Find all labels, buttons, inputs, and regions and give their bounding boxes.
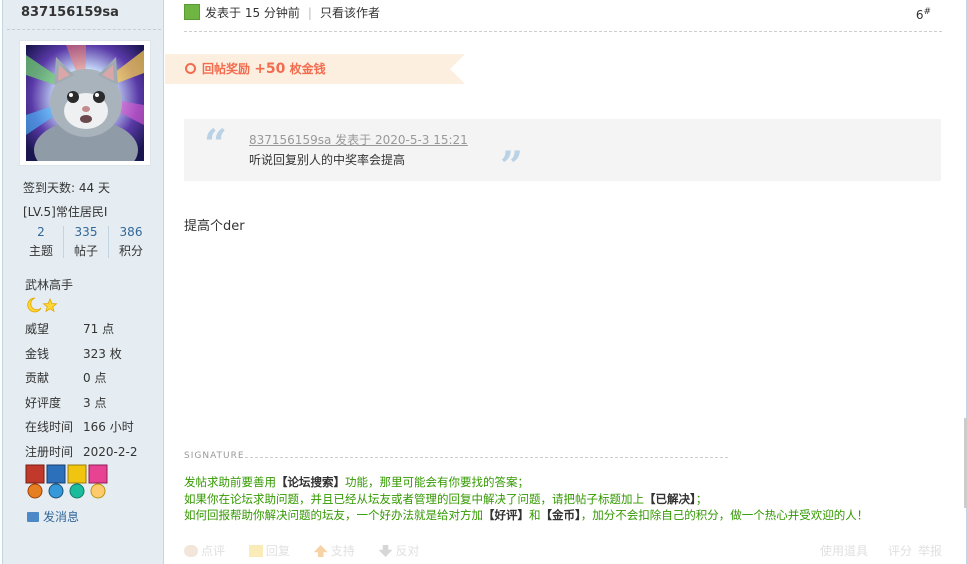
- signature-label: SIGNATURE: [184, 451, 245, 461]
- sig-text: 如何回报帮助你解决问题的坛友，一个好办法就是给对方加: [184, 508, 483, 522]
- prop-value: 71 点: [83, 322, 115, 336]
- reward-suffix: 枚金钱: [289, 62, 326, 76]
- medals: [25, 464, 109, 503]
- thumbs-up-icon: [313, 545, 328, 557]
- username-link[interactable]: 837156159sa: [21, 5, 119, 20]
- oppose-label[interactable]: 反对: [396, 544, 420, 558]
- signature: 发帖求助前要善用【论坛搜索】功能，那里可能会有你要找的答案； 如果你在论坛求助问…: [184, 474, 868, 524]
- quote-text: 听说回复别人的中奖率会提高: [249, 153, 406, 167]
- post-content: 提高个der: [184, 219, 245, 234]
- header-divider: [184, 31, 942, 32]
- prop-value: 2020-2-2: [83, 444, 138, 459]
- post-main: 发表于 15 分钟前 | 只看该作者 6# 回帖奖励 +50 枚金钱 “ 83715…: [165, 0, 965, 564]
- quote-author-link[interactable]: 837156159sa 发表于 2020-5-3 15:21: [249, 131, 468, 148]
- signature-line: 如何回报帮助你解决问题的坛友，一个好办法就是给对方加【好评】和【金币】，加分不会…: [184, 507, 868, 524]
- report-button[interactable]: 举报: [918, 542, 942, 559]
- signature-line: 如果你在论坛求助问题，并且已经从坛友或者管理的回复中解决了问题，请把帖子标题加上…: [184, 491, 868, 508]
- sig-text: 发帖求助前要善用: [184, 475, 276, 489]
- moon-star-icon: [27, 297, 58, 313]
- oppose-button[interactable]: 反对: [378, 542, 420, 559]
- sidebar-divider: [7, 29, 161, 30]
- prop-row: 在线时间 166 小时: [25, 415, 137, 440]
- user-level[interactable]: [LV.5]常住居民I: [23, 203, 107, 220]
- floor-number[interactable]: 6#: [916, 7, 931, 22]
- close-quote-icon: ”: [500, 143, 524, 190]
- user-title: 武林高手: [25, 278, 74, 292]
- prop-key: 好评度: [25, 395, 62, 410]
- envelope-icon: [27, 512, 39, 522]
- send-message-link[interactable]: 发消息: [27, 508, 79, 525]
- signature-divider: [245, 457, 728, 458]
- prop-row: 贡献 0 点: [25, 366, 137, 391]
- prop-row: 好评度 3 点: [25, 391, 137, 416]
- circle-icon: [185, 63, 196, 74]
- reward-amount: +50: [254, 61, 286, 77]
- prop-row: 威望 71 点: [25, 317, 137, 342]
- online-icon: [184, 4, 200, 20]
- stat-posts[interactable]: 335 帖子: [64, 222, 108, 260]
- comment-button[interactable]: 点评: [184, 542, 225, 559]
- prop-value: 0 点: [83, 371, 107, 385]
- prop-value: 323 枚: [83, 346, 122, 361]
- stat-threads-num[interactable]: 2: [19, 222, 63, 242]
- signature-line: 发帖求助前要善用【论坛搜索】功能，那里可能会有你要找的答案；: [184, 474, 868, 491]
- only-author-link[interactable]: 只看该作者: [320, 6, 380, 20]
- prop-key: 在线时间: [25, 420, 74, 434]
- sig-text: ；: [695, 491, 708, 506]
- comment-label[interactable]: 点评: [201, 544, 225, 558]
- prop-row: 注册时间 2020-2-2: [25, 440, 137, 465]
- support-button[interactable]: 支持: [313, 542, 355, 559]
- avatar-frame[interactable]: [19, 40, 151, 166]
- sig-text: 和: [529, 508, 541, 522]
- stat-points[interactable]: 386 积分: [109, 222, 153, 260]
- user-sidebar: 837156159sa 签到天数: 44 天 [LV.5]常住居民I 2 主题 …: [3, 0, 164, 564]
- prop-key: 注册时间: [25, 444, 74, 459]
- stat-points-num[interactable]: 386: [109, 222, 153, 242]
- prop-key: 威望: [25, 322, 50, 336]
- comment-icon: [184, 545, 198, 557]
- quote-block: “ 837156159sa 发表于 2020-5-3 15:21 听说回复别人的…: [184, 119, 941, 187]
- reply-label[interactable]: 回复: [266, 544, 290, 558]
- sig-text: 如果你在论坛求助问题，并且已经从坛友或者管理的回复中解决了问题，请把帖子标题加上: [184, 491, 644, 506]
- sig-highlight: 【已解决】: [644, 491, 696, 506]
- post-actions: 点评 回复 支持 反对 使用道具 评分 举报: [184, 542, 954, 562]
- avatar[interactable]: [26, 45, 144, 161]
- sig-highlight: 【好评】: [483, 508, 529, 522]
- floor-sup: #: [923, 7, 931, 17]
- stat-points-label: 积分: [118, 244, 143, 258]
- sig-highlight: 【金币】: [540, 508, 581, 522]
- rank-icons: [26, 297, 58, 316]
- post-meta: 发表于 15 分钟前 | 只看该作者: [184, 4, 380, 24]
- medal-icons[interactable]: [25, 464, 109, 500]
- reply-reward-banner: 回帖奖励 +50 枚金钱: [165, 54, 465, 84]
- post-actions-right: 使用道具 评分 举报: [820, 542, 942, 559]
- rate-button[interactable]: 评分: [888, 542, 912, 559]
- prop-key: 贡献: [25, 371, 50, 385]
- user-stats: 2 主题 335 帖子 386 积分: [19, 222, 153, 262]
- reply-button[interactable]: 回复: [248, 542, 290, 559]
- reply-icon: [248, 545, 263, 557]
- stat-threads-label: 主题: [28, 244, 53, 258]
- prop-row: 金钱 323 枚: [25, 342, 137, 367]
- sign-days: 签到天数: 44 天: [23, 181, 110, 195]
- stat-threads[interactable]: 2 主题: [19, 222, 63, 260]
- prop-value: 166 小时: [83, 420, 134, 434]
- send-message-label[interactable]: 发消息: [43, 510, 79, 524]
- stat-posts-label: 帖子: [73, 244, 98, 258]
- support-label[interactable]: 支持: [331, 544, 355, 558]
- reward-prefix: 回帖奖励: [202, 62, 251, 76]
- thumbs-down-icon: [378, 545, 393, 557]
- sig-text: ，加分不会扣除自己的积分，做一个热心并受欢迎的人！: [580, 508, 869, 522]
- stat-posts-num[interactable]: 335: [64, 222, 108, 242]
- reward-text: 回帖奖励 +50 枚金钱: [185, 61, 326, 77]
- sig-text: 功能，那里可能会有你要找的答案；: [345, 475, 529, 489]
- prop-key: 金钱: [25, 346, 50, 361]
- user-props: 威望 71 点 金钱 323 枚 贡献 0 点 好评度 3 点 在线时间 166 小时 注…: [25, 317, 137, 464]
- use-prop-button[interactable]: 使用道具: [820, 542, 868, 559]
- prop-value: 3 点: [83, 395, 107, 410]
- sig-highlight: 【论坛搜索】: [276, 475, 345, 489]
- open-quote-icon: “: [204, 121, 228, 168]
- posted-time: 发表于 15 分钟前: [205, 6, 300, 20]
- meta-divider: |: [307, 6, 312, 20]
